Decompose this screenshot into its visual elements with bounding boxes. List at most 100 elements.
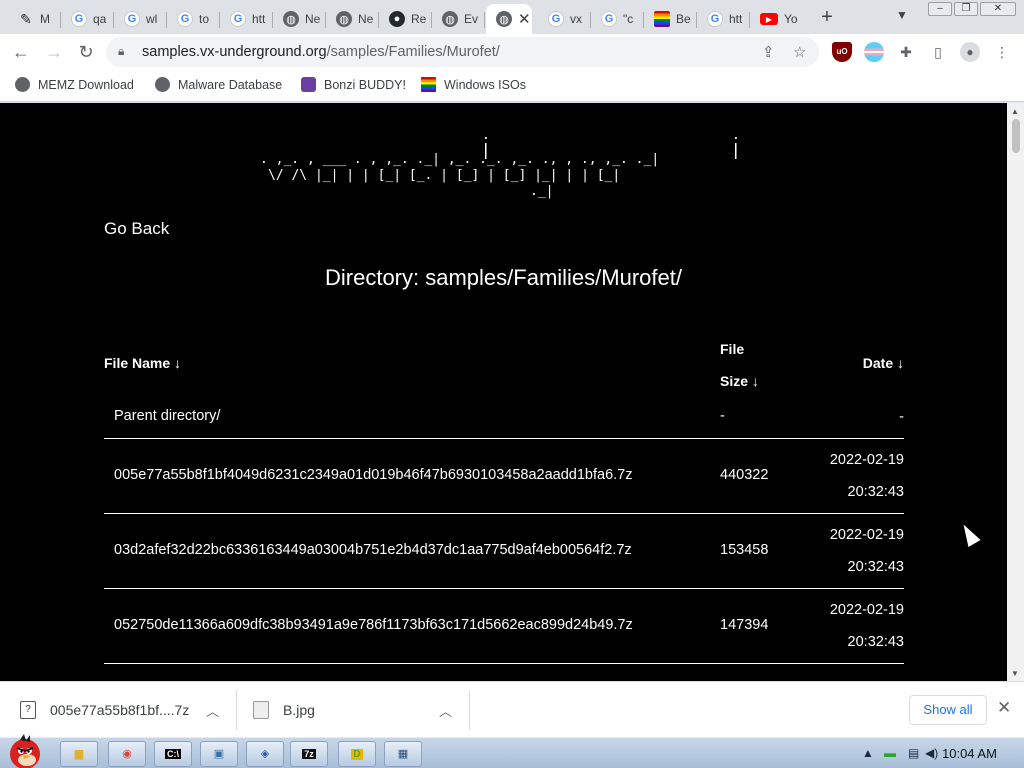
bookmark-bonzi-buddy[interactable]: Bonzi BUDDY!	[301, 77, 406, 92]
scroll-down-icon[interactable]: ▼	[1011, 669, 1019, 678]
menu-kebab-icon[interactable]: ⋮	[992, 42, 1012, 62]
7zip-icon: 7z	[302, 749, 316, 759]
pen-icon: ✎	[20, 10, 32, 27]
close-tab-icon[interactable]: ✕	[518, 10, 531, 28]
show-all-downloads-button[interactable]: Show all	[909, 695, 987, 725]
parent-directory-row[interactable]: Parent directory/ - -	[104, 401, 904, 439]
taskbar-calc-button[interactable]: ▦	[384, 741, 422, 767]
taskbar-explorer-button[interactable]: ▣	[200, 741, 238, 767]
parent-directory-link[interactable]: Parent directory/	[114, 408, 220, 424]
minimize-button[interactable]: –	[928, 2, 952, 16]
github-icon: ●	[389, 11, 405, 27]
page-scrollbar[interactable]: ▲ ▼	[1007, 103, 1024, 681]
rainbow-flag-icon	[421, 77, 436, 92]
tab[interactable]: Gvx	[538, 4, 591, 34]
chevron-up-icon[interactable]: ︿	[439, 701, 452, 720]
scroll-up-icon[interactable]: ▲	[1011, 107, 1019, 116]
back-button[interactable]: ←	[9, 40, 33, 64]
close-window-button[interactable]: ✕	[980, 2, 1016, 16]
ublock-icon[interactable]: uO	[832, 42, 852, 62]
download-item[interactable]: ? 005e77a55b8f1bf....7z ︿	[20, 682, 230, 738]
profile-avatar-icon[interactable]: ●	[960, 42, 980, 62]
tab[interactable]: ◍ Ev	[432, 4, 485, 34]
tab[interactable]: ✎ M	[8, 4, 61, 34]
scroll-thumb[interactable]	[1012, 119, 1020, 153]
file-link[interactable]: 03d2afef32d22bc6336163449a03004b751e2b4d…	[114, 542, 632, 558]
reload-button[interactable]: ↻	[74, 40, 98, 64]
url-host: samples.vx-underground.org	[142, 44, 327, 60]
address-bar[interactable]: 🔒︎ samples.vx-underground.org/samples/Fa…	[106, 37, 819, 67]
header-file-name[interactable]: File Name ↓	[104, 355, 181, 371]
restore-button[interactable]: ❐	[954, 2, 978, 16]
file-link[interactable]: 005e77a55b8f1bf4049d6231c2349a01d019b46f…	[114, 467, 633, 483]
start-button-angry-bird-icon[interactable]	[2, 732, 48, 768]
table-row[interactable]: 052750de11366a609dfc38b93491a9e786f1173b…	[104, 589, 904, 664]
bookmarks-bar: MEMZ Download Malware Database Bonzi BUD…	[0, 70, 1024, 102]
forward-button[interactable]: →	[42, 40, 66, 64]
side-panel-icon[interactable]: ▯	[928, 42, 948, 62]
tab-search-button[interactable]: ▼	[896, 8, 908, 22]
tab-active[interactable]: ◍ ✕	[486, 4, 532, 34]
youtube-icon: ▶	[760, 13, 778, 25]
bookmark-windows-isos[interactable]: Windows ISOs	[421, 77, 526, 92]
clock[interactable]: 10:04 AM	[942, 746, 997, 761]
tab[interactable]: Gqa	[61, 4, 114, 34]
google-icon: G	[230, 11, 246, 27]
taskbar-app-button[interactable]: D	[338, 741, 376, 767]
battery-icon[interactable]: ▬	[884, 746, 896, 760]
taskbar-7zip-button[interactable]: 7z	[290, 741, 328, 767]
globe-icon	[155, 77, 170, 92]
share-icon[interactable]: ⇪	[762, 43, 775, 61]
network-tray-icon[interactable]: ▤	[908, 746, 919, 760]
table-row[interactable]: 03d2afef32d22bc6336163449a03004b751e2b4d…	[104, 514, 904, 589]
tab[interactable]: Be	[644, 4, 697, 34]
globe-icon: ◍	[336, 11, 352, 27]
taskbar-folder-button[interactable]: ▆	[60, 741, 98, 767]
taskbar-network-button[interactable]: ◈	[246, 741, 284, 767]
windows-taskbar: ▆ ◉ C:\ ▣ ◈ 7z D ▦ ▲ ▬ ▤ ◀) 10:04 AM	[0, 734, 1024, 768]
bookmark-memz[interactable]: MEMZ Download	[15, 77, 134, 92]
trans-flag-extension-icon[interactable]	[864, 42, 884, 62]
file-link[interactable]: 052750de11366a609dfc38b93491a9e786f1173b…	[114, 617, 633, 633]
table-row[interactable]: 005e77a55b8f1bf4049d6231c2349a01d019b46f…	[104, 439, 904, 514]
taskbar-cmd-button[interactable]: C:\	[154, 741, 192, 767]
globe-icon: ◍	[496, 11, 512, 27]
chevron-up-icon[interactable]: ︿	[206, 701, 219, 720]
image-file-icon	[253, 701, 269, 719]
lock-icon: 🔒︎	[118, 44, 125, 58]
bookmark-star-icon[interactable]: ☆	[793, 43, 806, 61]
show-hidden-icons-icon[interactable]: ▲	[862, 746, 874, 760]
taskbar-chrome-button[interactable]: ◉	[108, 741, 146, 767]
header-file-size[interactable]: File Size ↓	[720, 333, 780, 397]
new-tab-button[interactable]: +	[815, 6, 839, 29]
google-icon: G	[601, 11, 617, 27]
svg-text:.: .	[482, 131, 490, 143]
tab[interactable]: ◍ Ne	[326, 4, 379, 34]
svg-text:. ,_. , ___ . , ,_. ._| ,_: . ,_. , ___ . , ,_. ._| ,_. ._. ,_. ., ,…	[260, 152, 659, 167]
close-download-bar-icon[interactable]: ✕	[997, 698, 1011, 718]
google-icon: G	[707, 11, 723, 27]
bookmark-malware-database[interactable]: Malware Database	[155, 77, 282, 92]
app-icon: D	[351, 749, 363, 760]
svg-text:._|: ._|	[530, 184, 553, 199]
tab[interactable]: Ghtt	[697, 4, 750, 34]
tab[interactable]: Gto	[167, 4, 220, 34]
google-icon: G	[71, 11, 87, 27]
go-back-link[interactable]: Go Back	[104, 219, 169, 239]
network-icon: ◈	[260, 748, 270, 760]
tab[interactable]: Gwl	[114, 4, 167, 34]
download-item[interactable]: B.jpg ︿	[253, 682, 463, 738]
tab[interactable]: ▶ Yo	[750, 4, 803, 34]
svg-text:.: .	[732, 131, 740, 143]
bonzi-icon	[301, 77, 316, 92]
folder-icon: ▆	[74, 748, 84, 760]
extensions-puzzle-icon[interactable]: ✚	[896, 42, 916, 62]
tab[interactable]: ● Re	[379, 4, 432, 34]
tab-strip: ✎ M Gqa Gwl Gto Ghtt ◍ Ne ◍ Ne ● Re ◍ Ev ◍ ✕ G…	[0, 0, 1024, 34]
tab[interactable]: Ghtt	[220, 4, 273, 34]
tab[interactable]: G "c	[591, 4, 644, 34]
header-date[interactable]: Date ↓	[800, 355, 904, 371]
globe-icon: ◍	[442, 11, 458, 27]
volume-icon[interactable]: ◀)	[925, 746, 938, 760]
tab[interactable]: ◍ Ne	[273, 4, 326, 34]
